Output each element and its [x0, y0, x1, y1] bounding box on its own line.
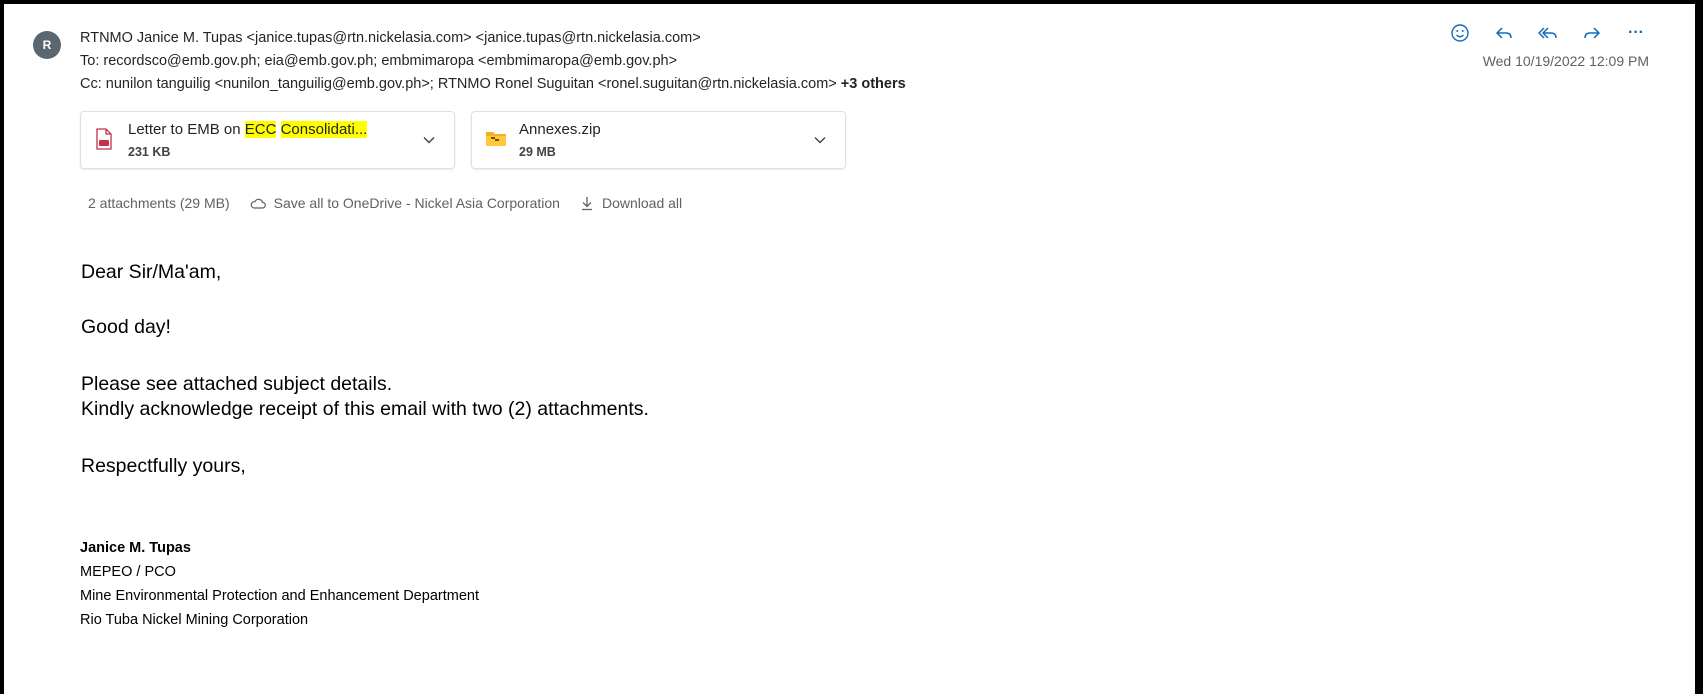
forward-icon[interactable]: [1581, 22, 1603, 44]
attachment-card-annexes[interactable]: Annexes.zip 29 MB: [471, 111, 846, 169]
attachment-summary: 2 attachments (29 MB): [88, 195, 230, 211]
signature-company: Rio Tuba Nickel Mining Corporation: [80, 612, 309, 628]
attachment-name: Annexes.zip: [519, 121, 601, 138]
message-actions: ···: [1449, 22, 1647, 44]
reply-all-icon[interactable]: [1537, 22, 1559, 44]
signature-department: Mine Environmental Protection and Enhanc…: [80, 588, 479, 604]
to-line[interactable]: To: recordsco@emb.gov.ph; eia@emb.gov.ph…: [80, 53, 677, 69]
signature-title: MEPEO / PCO: [80, 564, 176, 580]
cc-recipients[interactable]: Cc: nunilon tanguilig <nunilon_tanguilig…: [80, 76, 837, 92]
body-line: Please see attached subject details.: [81, 373, 393, 395]
save-all-label: Save all to OneDrive - Nickel Asia Corpo…: [273, 195, 560, 211]
email-reading-pane: R RTNMO Janice M. Tupas <janice.tupas@rt…: [4, 4, 1695, 694]
attachment-name: Letter to EMB on ECC Consolidati...: [128, 121, 368, 138]
attachment-name-sep: [276, 121, 280, 138]
body-line: Kindly acknowledge receipt of this email…: [81, 398, 649, 420]
more-icon[interactable]: ···: [1625, 22, 1647, 44]
search-highlight: ECC: [244, 121, 277, 138]
download-all-label: Download all: [601, 195, 683, 211]
signature-name: Janice M. Tupas: [80, 540, 191, 556]
attachment-bar: 2 attachments (29 MB) Save all to OneDri…: [88, 195, 682, 211]
download-icon: [581, 197, 592, 211]
body-line: Good day!: [81, 316, 171, 338]
attachment-size: 29 MB: [519, 145, 556, 159]
save-to-onedrive-button[interactable]: Save all to OneDrive - Nickel Asia Corpo…: [250, 195, 560, 211]
message-datetime: Wed 10/19/2022 12:09 PM: [1482, 53, 1649, 69]
from-line[interactable]: RTNMO Janice M. Tupas <janice.tupas@rtn.…: [80, 30, 701, 46]
cc-line: Cc: nunilon tanguilig <nunilon_tanguilig…: [80, 76, 906, 92]
emoji-icon[interactable]: [1449, 22, 1471, 44]
cloud-icon: [250, 198, 266, 209]
attachment-name-prefix: Letter to EMB on: [128, 121, 245, 138]
zip-folder-icon: [485, 128, 506, 150]
cc-more-link[interactable]: +3 others: [841, 76, 906, 92]
closing: Respectfully yours,: [81, 455, 246, 477]
chevron-down-icon[interactable]: [813, 133, 827, 147]
more-label: ···: [1628, 24, 1644, 41]
reply-icon[interactable]: [1493, 22, 1515, 44]
avatar[interactable]: R: [33, 31, 61, 59]
attachment-size: 231 KB: [128, 145, 171, 159]
chevron-down-icon[interactable]: [422, 133, 436, 147]
avatar-initial: R: [42, 38, 52, 52]
download-all-button[interactable]: Download all: [580, 195, 682, 211]
pdf-file-icon: [94, 128, 114, 150]
search-highlight: Consolidati...: [280, 121, 368, 138]
greeting: Dear Sir/Ma'am,: [81, 261, 222, 283]
attachment-card-letter[interactable]: Letter to EMB on ECC Consolidati... 231 …: [80, 111, 455, 169]
